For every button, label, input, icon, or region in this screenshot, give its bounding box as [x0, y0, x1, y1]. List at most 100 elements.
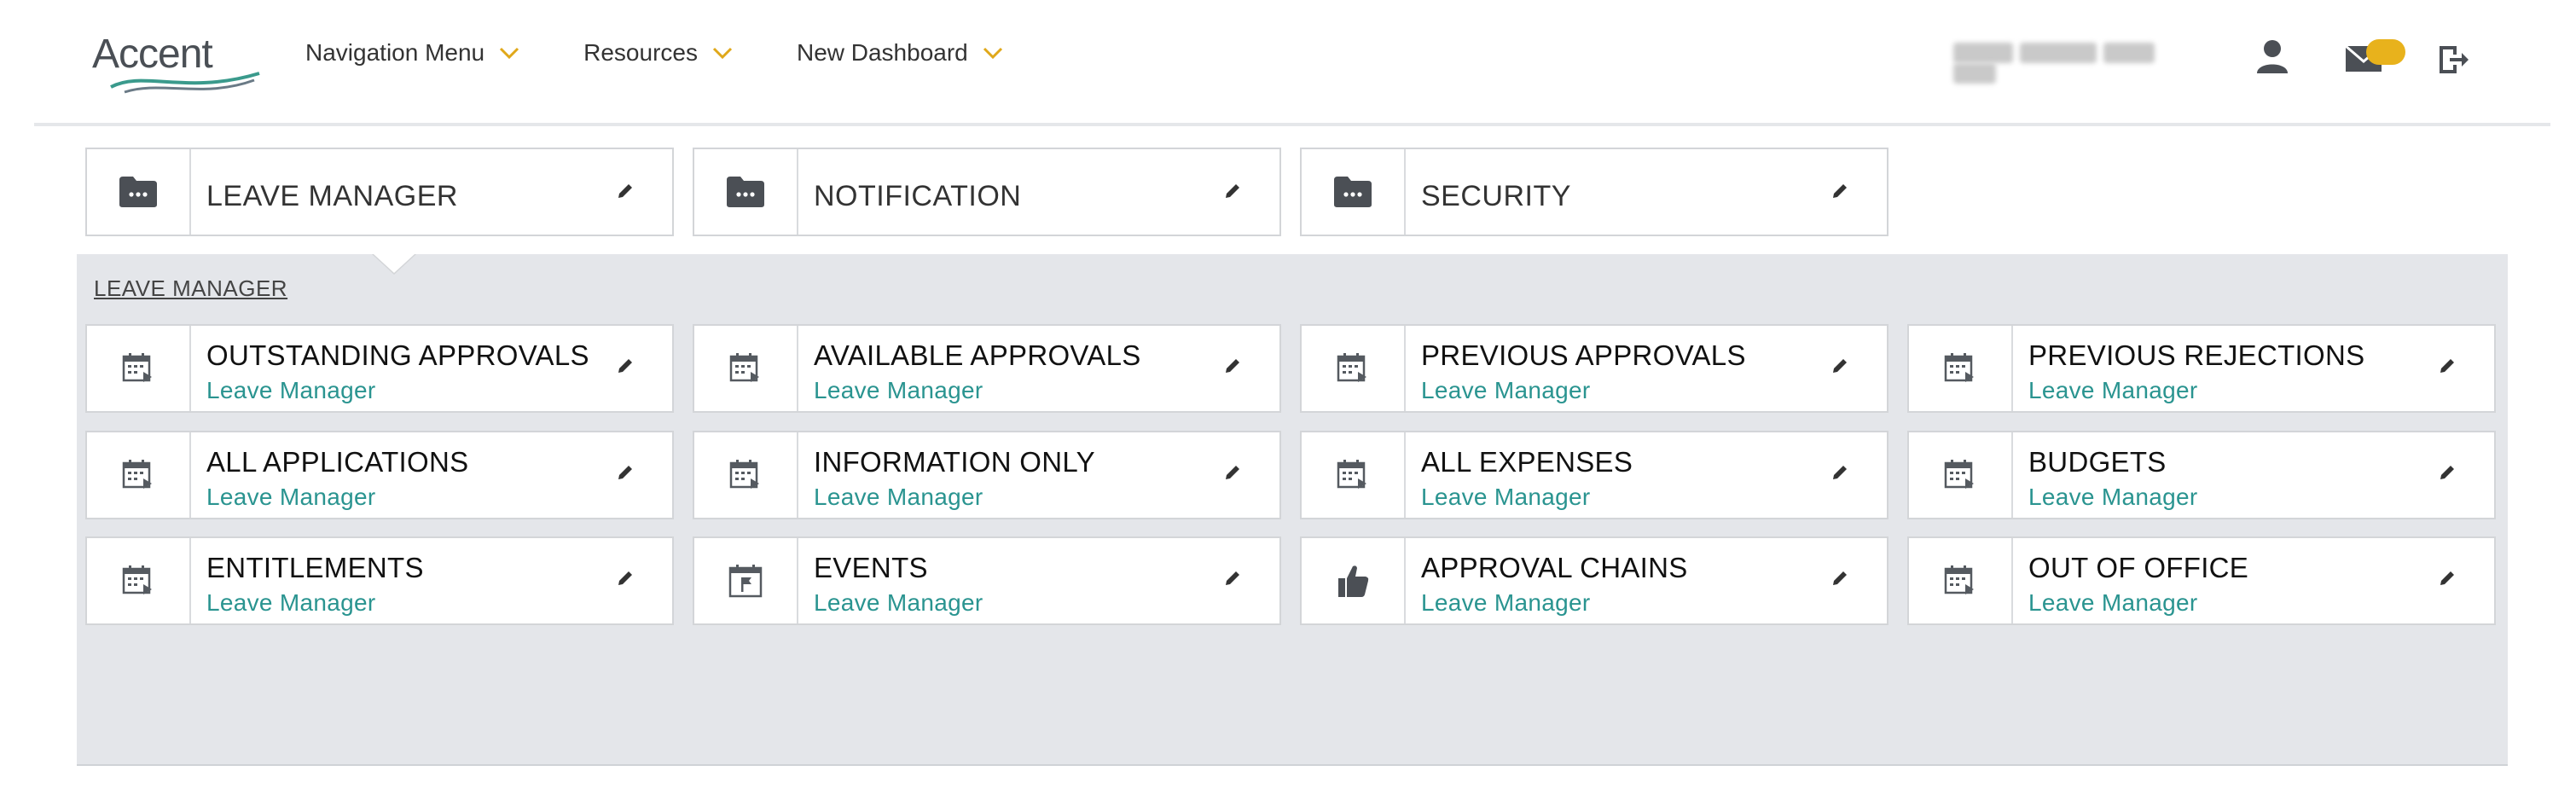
- section-title-leave-manager[interactable]: LEAVE MANAGER: [94, 275, 287, 302]
- tile-budgets[interactable]: BUDGETS Leave Manager: [1907, 431, 2496, 519]
- nav-new-dashboard-label: New Dashboard: [796, 39, 968, 66]
- tile-icon-cell: [694, 432, 798, 518]
- calendar-icon: [1944, 460, 1974, 489]
- top-tab-notification[interactable]: NOTIFICATION: [693, 148, 1281, 236]
- tile-subtitle: Leave Manager: [814, 484, 983, 510]
- tile-subtitle: Leave Manager: [2028, 589, 2198, 616]
- tile-title: AVAILABLE APPROVALS: [814, 339, 1141, 371]
- tile-icon-cell: [87, 326, 191, 411]
- chevron-down-icon: [712, 47, 733, 60]
- pencil-edit-icon[interactable]: [616, 182, 635, 200]
- pencil-edit-icon[interactable]: [2438, 463, 2457, 482]
- pencil-edit-icon[interactable]: [1830, 357, 1849, 375]
- tile-subtitle: Leave Manager: [1421, 377, 1591, 403]
- header-divider: [34, 123, 2550, 126]
- user-icon[interactable]: [2254, 38, 2291, 75]
- top-tab-label: SECURITY: [1421, 180, 1571, 212]
- pencil-edit-icon[interactable]: [2438, 357, 2457, 375]
- tile-title: OUTSTANDING APPROVALS: [206, 339, 589, 371]
- tile-subtitle: Leave Manager: [2028, 484, 2198, 510]
- tile-icon-cell: [1909, 538, 2013, 623]
- calendar-icon: [729, 460, 759, 489]
- chevron-down-icon: [983, 47, 1002, 60]
- tile-icon-cell: [694, 326, 798, 411]
- tile-icon-cell: [1302, 326, 1406, 411]
- thumbs-up-icon: [1338, 565, 1369, 597]
- tile-icon-cell: [1302, 432, 1406, 518]
- tile-outstanding-approvals[interactable]: OUTSTANDING APPROVALS Leave Manager: [85, 324, 674, 413]
- tile-information-only[interactable]: INFORMATION ONLY Leave Manager: [693, 431, 1281, 519]
- tile-approval-chains[interactable]: APPROVAL CHAINS Leave Manager: [1300, 536, 1888, 625]
- tile-title: OUT OF OFFICE: [2028, 552, 2249, 583]
- tile-title: INFORMATION ONLY: [814, 446, 1095, 478]
- tile-icon-cell: [87, 538, 191, 623]
- tile-title: PREVIOUS REJECTIONS: [2028, 339, 2365, 371]
- nav-new-dashboard[interactable]: New Dashboard: [797, 39, 1004, 67]
- event-flag-icon: [728, 565, 763, 598]
- top-tab-label: NOTIFICATION: [814, 180, 1022, 212]
- tile-out-of-office[interactable]: OUT OF OFFICE Leave Manager: [1907, 536, 2496, 625]
- calendar-icon: [1337, 353, 1366, 382]
- accent-logo[interactable]: Accent: [92, 31, 260, 94]
- tile-previous-approvals[interactable]: PREVIOUS APPROVALS Leave Manager: [1300, 324, 1888, 413]
- tile-all-expenses[interactable]: ALL EXPENSES Leave Manager: [1300, 431, 1888, 519]
- tile-icon-cell: [1909, 432, 2013, 518]
- chevron-down-icon: [500, 47, 519, 60]
- tile-subtitle: Leave Manager: [206, 589, 376, 616]
- calendar-icon: [1944, 353, 1974, 382]
- pencil-edit-icon[interactable]: [1223, 463, 1242, 482]
- tile-title: ALL EXPENSES: [1421, 446, 1633, 478]
- pencil-edit-icon[interactable]: [1830, 569, 1849, 588]
- tile-subtitle: Leave Manager: [206, 484, 376, 510]
- pencil-edit-icon[interactable]: [1223, 182, 1242, 200]
- tile-title: ALL APPLICATIONS: [206, 446, 469, 478]
- top-tab-label: LEAVE MANAGER: [206, 180, 458, 212]
- tile-title: PREVIOUS APPROVALS: [1421, 339, 1746, 371]
- tab-icon-cell: [87, 149, 191, 235]
- pencil-edit-icon[interactable]: [1830, 463, 1849, 482]
- pencil-edit-icon[interactable]: [616, 357, 635, 375]
- top-tab-security[interactable]: SECURITY: [1300, 148, 1888, 236]
- nav-navigation-menu-label: Navigation Menu: [305, 39, 485, 66]
- tile-subtitle: Leave Manager: [1421, 484, 1591, 510]
- tile-subtitle: Leave Manager: [814, 589, 983, 616]
- calendar-icon: [122, 460, 152, 489]
- tile-subtitle: Leave Manager: [206, 377, 376, 403]
- calendar-icon: [729, 353, 759, 382]
- tile-title: APPROVAL CHAINS: [1421, 552, 1688, 583]
- tile-entitlements[interactable]: ENTITLEMENTS Leave Manager: [85, 536, 674, 625]
- calendar-icon: [122, 353, 152, 382]
- tile-title: ENTITLEMENTS: [206, 552, 424, 583]
- main-nav: Navigation Menu Resources New Dashboard: [305, 39, 1067, 67]
- tile-available-approvals[interactable]: AVAILABLE APPROVALS Leave Manager: [693, 324, 1281, 413]
- tab-icon-cell: [1302, 149, 1406, 235]
- pencil-edit-icon[interactable]: [1223, 569, 1242, 588]
- pencil-edit-icon[interactable]: [2438, 569, 2457, 588]
- tile-icon-cell: [1302, 538, 1406, 623]
- calendar-icon: [122, 565, 152, 594]
- panel-bottom-border: [77, 764, 2508, 766]
- tile-subtitle: Leave Manager: [1421, 589, 1591, 616]
- tile-events[interactable]: EVENTS Leave Manager: [693, 536, 1281, 625]
- tile-icon-cell: [694, 538, 798, 623]
- tile-title: EVENTS: [814, 552, 928, 583]
- top-header: Accent Navigation Menu Resources New Das…: [0, 0, 2576, 125]
- tile-title: BUDGETS: [2028, 446, 2167, 478]
- pencil-edit-icon[interactable]: [616, 569, 635, 588]
- pencil-edit-icon[interactable]: [616, 463, 635, 482]
- pencil-edit-icon[interactable]: [1830, 182, 1849, 200]
- logout-icon[interactable]: [2436, 43, 2470, 77]
- tile-subtitle: Leave Manager: [814, 377, 983, 403]
- pencil-edit-icon[interactable]: [1223, 357, 1242, 375]
- tile-icon-cell: [87, 432, 191, 518]
- nav-navigation-menu[interactable]: Navigation Menu: [305, 39, 520, 67]
- nav-resources[interactable]: Resources: [583, 39, 734, 67]
- folder-icon: [1334, 177, 1372, 207]
- mail-notification-badge: [2366, 39, 2405, 65]
- tile-all-applications[interactable]: ALL APPLICATIONS Leave Manager: [85, 431, 674, 519]
- top-tab-leave-manager[interactable]: LEAVE MANAGER: [85, 148, 674, 236]
- user-name-redacted: [1953, 43, 2209, 84]
- calendar-icon: [1944, 565, 1974, 594]
- calendar-icon: [1337, 460, 1366, 489]
- tile-previous-rejections[interactable]: PREVIOUS REJECTIONS Leave Manager: [1907, 324, 2496, 413]
